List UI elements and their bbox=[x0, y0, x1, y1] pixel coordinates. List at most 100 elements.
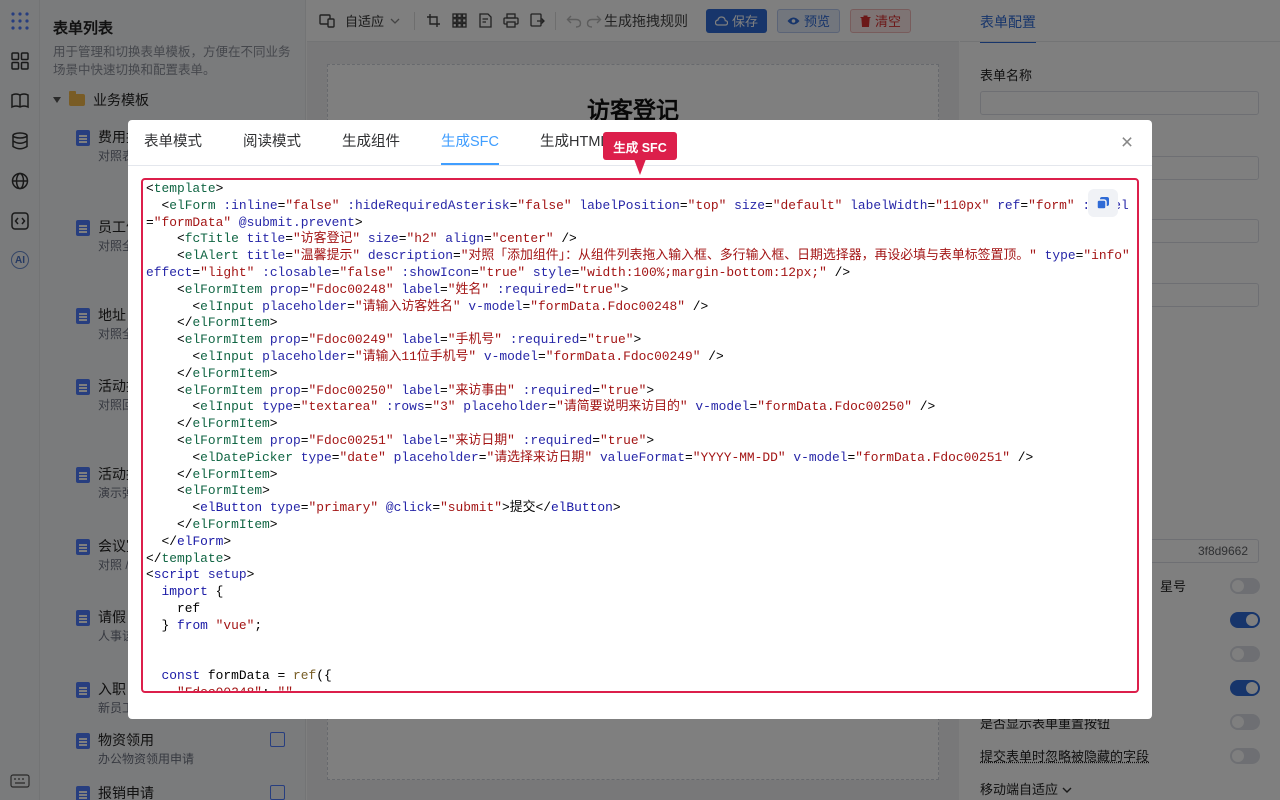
code-token: } bbox=[146, 617, 177, 633]
code-line: <elForm :inline = "false" :hideRequiredAst… bbox=[146, 198, 1132, 232]
code-token: "访客登记" bbox=[293, 231, 361, 247]
code-token: :rows bbox=[385, 399, 425, 415]
tab-3[interactable]: 生成SFC bbox=[441, 120, 499, 165]
code-token: const bbox=[161, 668, 201, 684]
code-token: valueFormat bbox=[599, 449, 686, 465]
code-token: > bbox=[269, 516, 278, 532]
code-token: "light" bbox=[200, 264, 255, 280]
code-token: = bbox=[679, 197, 688, 213]
code-token: < bbox=[146, 382, 185, 398]
code-token: v-model bbox=[793, 449, 848, 465]
code-token: </ bbox=[146, 466, 193, 482]
code-token: template bbox=[161, 550, 224, 566]
code-line: ref bbox=[146, 601, 1132, 618]
code-token: size bbox=[367, 231, 399, 247]
code-token: label bbox=[401, 432, 441, 448]
code-token: = bbox=[483, 231, 492, 247]
code-token: "formData.Fdoc00250" bbox=[757, 399, 913, 415]
code-token: = bbox=[192, 264, 201, 280]
code-token: ref bbox=[146, 600, 201, 616]
callout-arrow bbox=[634, 159, 646, 175]
code-block[interactable]: <template> <elForm :inline="false" :hide… bbox=[141, 178, 1139, 693]
code-token: elFormItem bbox=[184, 432, 263, 448]
code-line: </elFormItem> bbox=[146, 366, 1132, 383]
code-token: </ bbox=[146, 365, 193, 381]
code-token: </ bbox=[146, 533, 177, 549]
code-token: /> bbox=[912, 399, 936, 415]
code-token: = bbox=[538, 348, 546, 364]
code-token: "110px" bbox=[935, 197, 990, 213]
tab-1[interactable]: 阅读模式 bbox=[243, 120, 301, 165]
code-token: "false" bbox=[285, 197, 340, 213]
code-token: v-model bbox=[483, 348, 539, 364]
code-token: "3" bbox=[432, 399, 456, 415]
code-token: elFormItem bbox=[184, 382, 263, 398]
code-token: prop bbox=[269, 382, 301, 398]
code-line: </elFormItem> bbox=[146, 467, 1132, 484]
code-token: "请简要说明来访目的" bbox=[556, 399, 688, 415]
code-token: < bbox=[146, 567, 154, 583]
code-token: type bbox=[269, 500, 301, 516]
code-token: ({ bbox=[316, 668, 332, 684]
code-token: >提交</ bbox=[501, 500, 551, 516]
code-token: elButton bbox=[550, 500, 613, 516]
sfc-code[interactable]: <template> <elForm :inline="false" :hide… bbox=[146, 181, 1132, 691]
code-token: "来访日期" bbox=[447, 432, 515, 448]
code-token: elFormItem bbox=[184, 332, 263, 348]
code-line: </elForm> bbox=[146, 534, 1132, 551]
code-line: <elFormItem prop="Fdoc00248" label="姓名" … bbox=[146, 282, 1132, 299]
code-token: "Fdoc00248" bbox=[308, 281, 394, 297]
tab-2[interactable]: 生成组件 bbox=[342, 120, 400, 165]
code-token: > bbox=[215, 181, 224, 196]
tab-4[interactable]: 生成HTML bbox=[540, 120, 608, 165]
code-token: elFormItem bbox=[192, 466, 270, 482]
code-token: :inline bbox=[223, 197, 278, 213]
code-token: type bbox=[1044, 248, 1076, 264]
code-token: "width:100%;margin-bottom:12px;" bbox=[579, 264, 827, 280]
code-token: @click bbox=[385, 500, 433, 516]
close-icon[interactable]: × bbox=[1118, 132, 1136, 154]
code-token: elInput bbox=[200, 348, 255, 364]
code-token: "true" bbox=[599, 382, 647, 398]
code-line: <elFormItem> bbox=[146, 483, 1132, 500]
code-token: :closable bbox=[262, 264, 332, 280]
code-token: < bbox=[146, 248, 185, 264]
code-token: labelWidth bbox=[850, 197, 928, 213]
code-token: { bbox=[207, 584, 224, 600]
code-token: "请输入11位手机号" bbox=[354, 348, 477, 364]
copy-button[interactable] bbox=[1088, 189, 1118, 217]
code-token: < bbox=[146, 432, 185, 448]
code-token: :required bbox=[496, 281, 567, 297]
code-line: <elAlert title="温馨提示" description="对照「添加… bbox=[146, 248, 1132, 282]
code-token: < bbox=[146, 500, 201, 516]
code-token: elDatePicker bbox=[200, 449, 293, 465]
code-token: :showIcon bbox=[401, 264, 471, 280]
code-token: /> bbox=[826, 264, 851, 280]
tab-0[interactable]: 表单模式 bbox=[144, 120, 202, 165]
code-line: <elInput placeholder="请输入访客姓名" v-model="… bbox=[146, 299, 1132, 316]
code-token: < bbox=[146, 231, 185, 247]
code-token: elFormItem bbox=[192, 516, 270, 532]
code-line: <elFormItem prop="Fdoc00249" label="手机号"… bbox=[146, 332, 1132, 349]
code-token: from bbox=[176, 617, 208, 633]
code-token: elButton bbox=[200, 500, 263, 516]
code-token: = bbox=[579, 332, 588, 348]
code-line: "Fdoc00248": "", bbox=[146, 685, 1132, 691]
code-token: > bbox=[269, 315, 278, 331]
code-token: elFormItem bbox=[192, 365, 270, 381]
